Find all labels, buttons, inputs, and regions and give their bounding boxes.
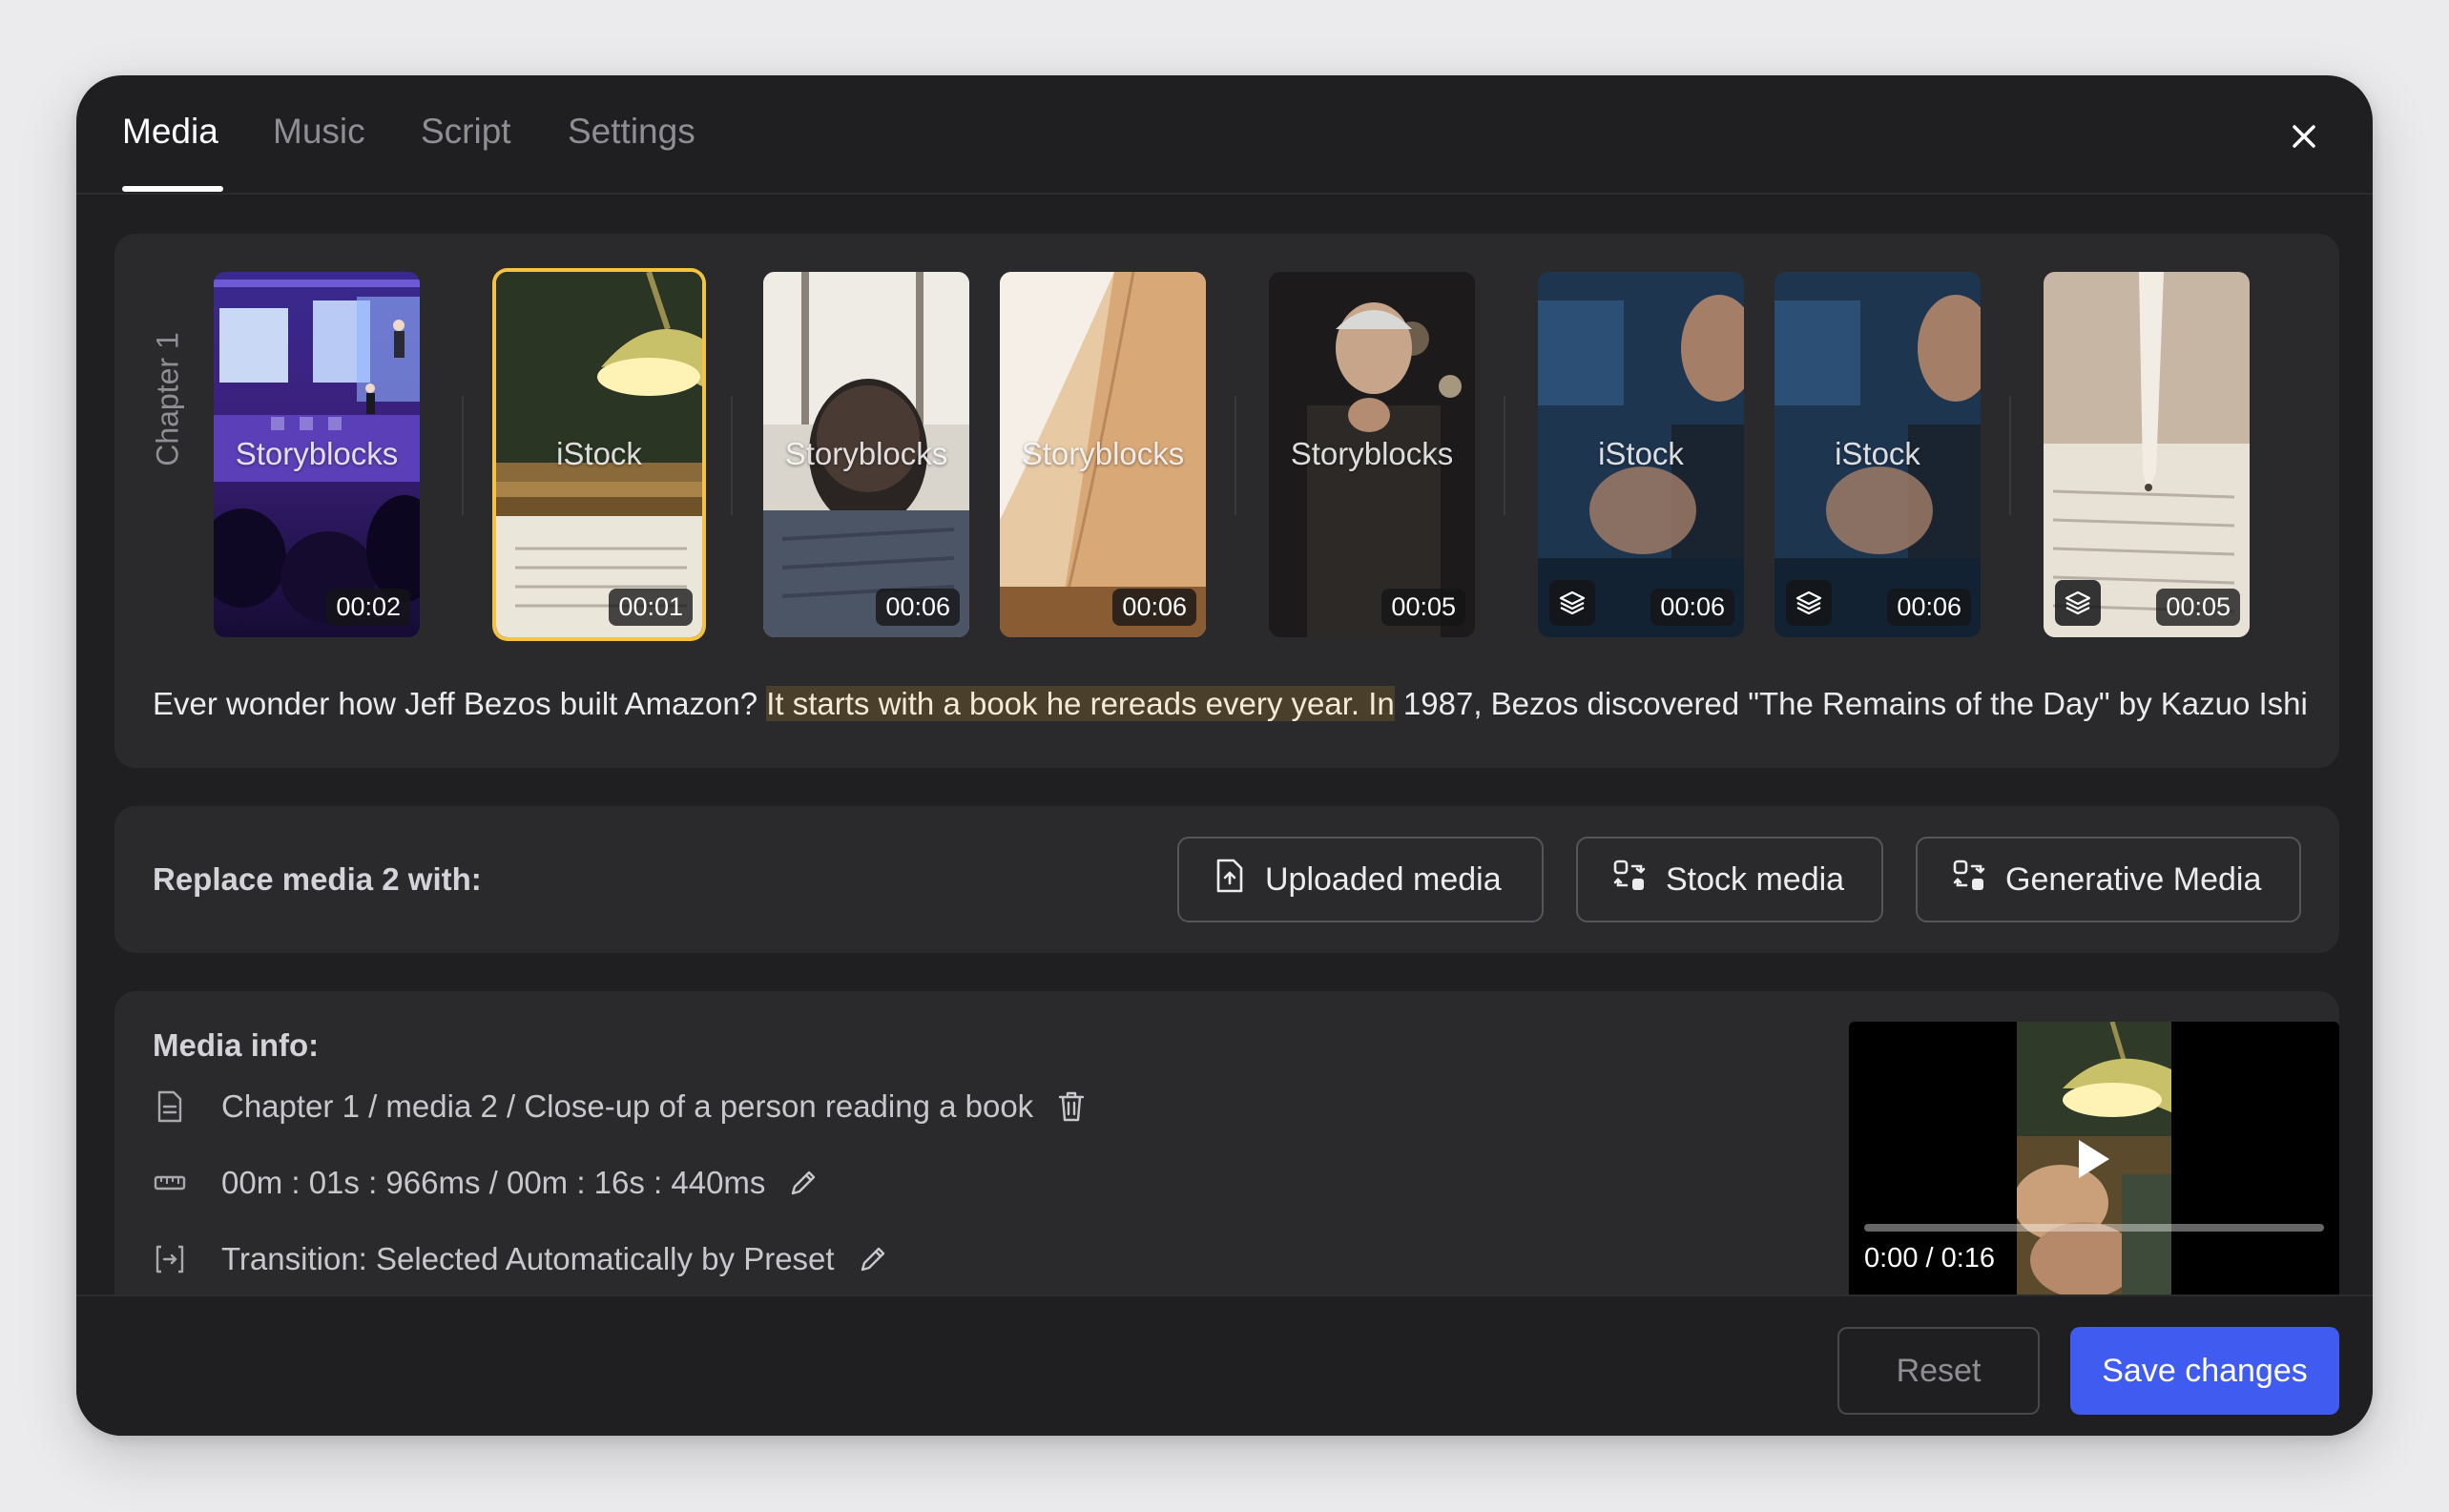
modal-footer: Reset Save changes [76, 1295, 2373, 1436]
chapter-timeline: Chapter 1 Storyblocks 00:02 iStock 00:01… [114, 234, 2339, 768]
edit-pencil-icon[interactable] [856, 1242, 890, 1276]
tab-music[interactable]: Music [273, 112, 365, 152]
reset-button[interactable]: Reset [1837, 1327, 2040, 1415]
edit-pencil-icon[interactable] [786, 1166, 820, 1200]
media-thumbnail-1[interactable]: Storyblocks 00:02 [214, 272, 420, 637]
duration-badge: 00:06 [1650, 589, 1734, 626]
divider [731, 396, 733, 515]
media-transition-row: Transition: Selected Automatically by Pr… [153, 1241, 890, 1277]
stock-media-button[interactable]: Stock media [1576, 837, 1883, 922]
media-path-row: Chapter 1 / media 2 / Close-up of a pers… [153, 1088, 1089, 1125]
generative-media-button[interactable]: Generative Media [1916, 837, 2301, 922]
swap-media-icon [1952, 859, 1986, 901]
layers-icon[interactable] [1786, 580, 1832, 626]
tab-settings[interactable]: Settings [568, 112, 695, 152]
media-thumbnail-3[interactable]: Storyblocks 00:06 [763, 272, 969, 637]
media-thumbnail-8[interactable]: 00:05 [2044, 272, 2250, 637]
duration-badge: 00:06 [1112, 589, 1196, 626]
media-timing-row: 00m : 01s : 966ms / 00m : 16s : 440ms [153, 1165, 820, 1201]
layers-icon[interactable] [1549, 580, 1595, 626]
divider [1235, 396, 1236, 515]
uploaded-media-label: Uploaded media [1265, 860, 1502, 898]
provider-label: iStock [1598, 436, 1684, 471]
provider-label: Storyblocks [1021, 436, 1185, 471]
media-thumbnail-4[interactable]: Storyblocks 00:06 [1000, 272, 1206, 637]
transition-icon [153, 1242, 187, 1276]
duration-badge: 00:06 [876, 589, 960, 626]
provider-label: Storyblocks [235, 436, 399, 471]
script-text-before: Ever wonder how Jeff Bezos built Amazon? [153, 686, 767, 721]
generative-media-label: Generative Media [2005, 860, 2262, 898]
media-thumbnail-6[interactable]: iStock 00:06 [1538, 272, 1744, 637]
provider-label: iStock [556, 436, 642, 471]
video-time: 0:00 / 0:16 [1864, 1243, 1996, 1274]
trash-icon[interactable] [1054, 1089, 1089, 1124]
play-icon[interactable] [2071, 1136, 2113, 1182]
duration-badge: 00:06 [1887, 589, 1971, 626]
provider-label: Storyblocks [1290, 436, 1454, 471]
media-info-title: Media info: [153, 1027, 320, 1063]
tab-media[interactable]: Media [122, 112, 218, 152]
stock-media-label: Stock media [1666, 860, 1845, 898]
divider [462, 396, 464, 515]
duration-badge: 00:02 [326, 589, 410, 626]
media-thumbnail-2[interactable]: iStock 00:01 [496, 272, 702, 637]
media-editor-modal: Media Music Script Settings Chapter 1 St… [76, 75, 2373, 1436]
uploaded-media-button[interactable]: Uploaded media [1177, 837, 1544, 922]
replace-media-panel: Replace media 2 with: Uploaded media Sto… [114, 806, 2339, 953]
save-changes-button[interactable]: Save changes [2070, 1327, 2339, 1415]
divider [1504, 396, 1505, 515]
duration-badge: 00:05 [2156, 589, 2240, 626]
tab-script[interactable]: Script [421, 112, 511, 152]
media-thumbnail-5[interactable]: Storyblocks 00:05 [1269, 272, 1475, 637]
provider-label: iStock [1835, 436, 1920, 471]
layers-icon[interactable] [2055, 580, 2101, 626]
media-timing-text: 00m : 01s : 966ms / 00m : 16s : 440ms [221, 1165, 766, 1200]
close-icon[interactable] [2281, 114, 2327, 159]
document-icon [153, 1089, 187, 1124]
tab-bar: Media Music Script Settings [76, 75, 2373, 195]
provider-label: Storyblocks [784, 436, 948, 471]
video-progress-bar[interactable] [1864, 1224, 2324, 1232]
swap-media-icon [1612, 859, 1647, 901]
media-transition-text: Transition: Selected Automatically by Pr… [221, 1241, 835, 1276]
media-path-text: Chapter 1 / media 2 / Close-up of a pers… [221, 1088, 1034, 1124]
ruler-icon [153, 1166, 187, 1200]
replace-label: Replace media 2 with: [153, 861, 482, 897]
media-info-panel: Media info: Chapter 1 / media 2 / Close-… [114, 991, 2339, 1335]
script-text-highlight: It starts with a book he rereads every y… [766, 686, 1395, 721]
active-tab-indicator [122, 186, 223, 192]
upload-file-icon [1214, 858, 1246, 902]
divider [2009, 396, 2011, 515]
media-thumbnail-7[interactable]: iStock 00:06 [1774, 272, 1981, 637]
video-preview-player[interactable]: 0:00 / 0:16 [1849, 1022, 2339, 1302]
duration-badge: 00:05 [1381, 589, 1465, 626]
duration-badge: 00:01 [609, 589, 693, 626]
script-text-after: 1987, Bezos discovered "The Remains of t… [1394, 686, 2309, 721]
script-text[interactable]: Ever wonder how Jeff Bezos built Amazon?… [153, 686, 2309, 730]
